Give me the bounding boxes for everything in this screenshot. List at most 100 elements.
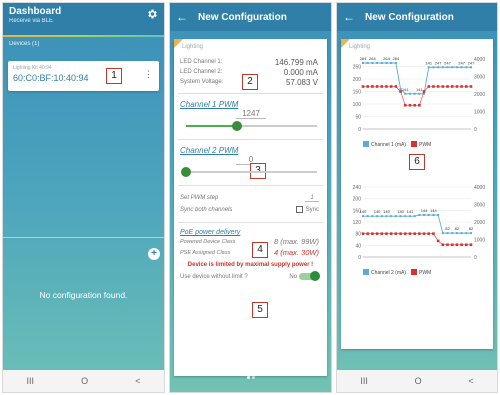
- channel1-pwm-value[interactable]: 1247: [236, 109, 266, 119]
- y-tick-label-right: 4000: [474, 57, 485, 63]
- device-card[interactable]: Lighting Kit 40:94 60:C0:BF:10:40:94 ⋮ 1: [8, 61, 159, 91]
- home-button[interactable]: O: [415, 376, 422, 386]
- powered-class-row: Powered Device Class 8 (max. 99W): [174, 236, 327, 247]
- y-tick-label-right: 1000: [474, 110, 485, 116]
- recents-button[interactable]: III: [360, 376, 368, 386]
- slider-fill: [186, 125, 238, 127]
- data-point: [389, 85, 393, 88]
- data-point: [408, 232, 412, 235]
- y-tick-label-left: 50: [355, 115, 361, 121]
- back-button[interactable]: <: [135, 376, 140, 386]
- y-tick-label-left: 100: [353, 102, 362, 108]
- y-tick-label-left: 40: [355, 243, 361, 249]
- separator: [178, 139, 323, 140]
- led2-label: LED Channel 2:: [180, 69, 223, 75]
- channel1-pwm-slider[interactable]: [186, 119, 317, 133]
- data-point: [371, 215, 374, 218]
- pwm-step-value[interactable]: 1: [305, 195, 319, 202]
- data-point: [380, 85, 384, 88]
- data-point: [413, 215, 416, 218]
- data-point: [413, 232, 416, 235]
- dashboard-subtitle: Receive via BLE: [9, 18, 54, 24]
- data-point: [376, 215, 379, 218]
- page-dot: [246, 376, 250, 379]
- y-tick-label-left: 200: [353, 77, 362, 83]
- slider-thumb[interactable]: [232, 121, 243, 131]
- pse-class-row: PSE Assigned Class 4 (max. 30W): [174, 247, 327, 258]
- device-name: Lighting Kit 40:94: [13, 65, 52, 71]
- data-point: [465, 232, 468, 235]
- data-point: [432, 66, 435, 69]
- sync-checkbox-wrap[interactable]: Sync: [295, 206, 319, 214]
- sync-checkbox[interactable]: [295, 206, 303, 214]
- data-point: [436, 85, 440, 88]
- data-point: [413, 92, 416, 95]
- annotation-badge-1: 1: [106, 68, 122, 84]
- more-vert-icon[interactable]: ⋮: [144, 70, 153, 79]
- data-point: [394, 62, 397, 64]
- data-point: [380, 62, 383, 64]
- data-point: [437, 66, 440, 69]
- data-point: [441, 232, 444, 235]
- data-point: [455, 85, 459, 88]
- home-button[interactable]: O: [81, 376, 88, 386]
- back-arrow-icon[interactable]: ←: [176, 10, 188, 24]
- annotation-badge-2: 2: [242, 74, 258, 90]
- toggle-state-label: No: [289, 274, 297, 281]
- data-point: [446, 232, 449, 235]
- pse-class-value: 4 (max. 30W): [273, 248, 319, 257]
- data-point: [451, 66, 454, 69]
- data-point: [380, 232, 384, 235]
- data-label: 247: [444, 60, 451, 65]
- data-point: [394, 232, 398, 235]
- legend-label: PWM: [419, 142, 431, 148]
- section-title: Lighting: [349, 44, 371, 50]
- data-point: [437, 214, 440, 216]
- data-point: [385, 232, 388, 235]
- data-label: 264: [383, 56, 390, 61]
- data-point: [404, 215, 407, 218]
- data-point: [371, 85, 374, 88]
- data-label: 247: [468, 60, 475, 65]
- data-point: [427, 232, 431, 235]
- series-line: [363, 233, 471, 246]
- page-indicator: [170, 366, 331, 384]
- data-point: [427, 214, 430, 216]
- voltage-value: 57.083 V: [285, 77, 318, 87]
- back-button[interactable]: <: [468, 376, 473, 386]
- gear-icon[interactable]: [146, 8, 158, 20]
- add-configuration-button[interactable]: +: [148, 248, 160, 260]
- data-point: [455, 232, 458, 235]
- y-tick-label-right: 0: [474, 127, 477, 133]
- sync-row: Sync both channels Sync: [174, 204, 327, 216]
- data-point: [399, 215, 402, 218]
- empty-message: No configuration found.: [39, 290, 128, 300]
- data-point: [441, 85, 445, 88]
- data-point: [460, 232, 463, 235]
- sync-checkbox-label: Sync: [305, 207, 319, 214]
- data-point: [366, 62, 369, 64]
- separator: [178, 93, 323, 94]
- y-tick-label-left: 240: [353, 185, 362, 191]
- data-point: [446, 85, 449, 88]
- data-label: 264: [393, 56, 400, 61]
- data-point: [470, 66, 472, 69]
- without-limit-toggle[interactable]: [299, 271, 320, 281]
- back-arrow-icon[interactable]: ←: [343, 10, 355, 24]
- legend-swatch: [363, 269, 369, 275]
- without-limit-toggle-wrap[interactable]: No: [289, 271, 320, 281]
- data-point: [422, 90, 426, 93]
- slider-thumb[interactable]: [181, 167, 191, 177]
- data-label: 82: [455, 226, 460, 231]
- configuration-screen: ← New Configuration Lighting LED Channel…: [169, 2, 332, 393]
- toggle-knob: [310, 271, 320, 281]
- recents-button[interactable]: III: [27, 376, 35, 386]
- data-point: [455, 243, 459, 247]
- annotation-badge-6: 6: [409, 154, 425, 170]
- data-point: [446, 243, 449, 247]
- data-point: [418, 214, 421, 216]
- configuration-chart-screen: ← New Configuration Lighting 0 50 100 150 20…: [336, 2, 498, 393]
- legend-swatch: [411, 141, 417, 147]
- data-point: [432, 214, 435, 216]
- channel2-pwm-slider[interactable]: [181, 165, 317, 179]
